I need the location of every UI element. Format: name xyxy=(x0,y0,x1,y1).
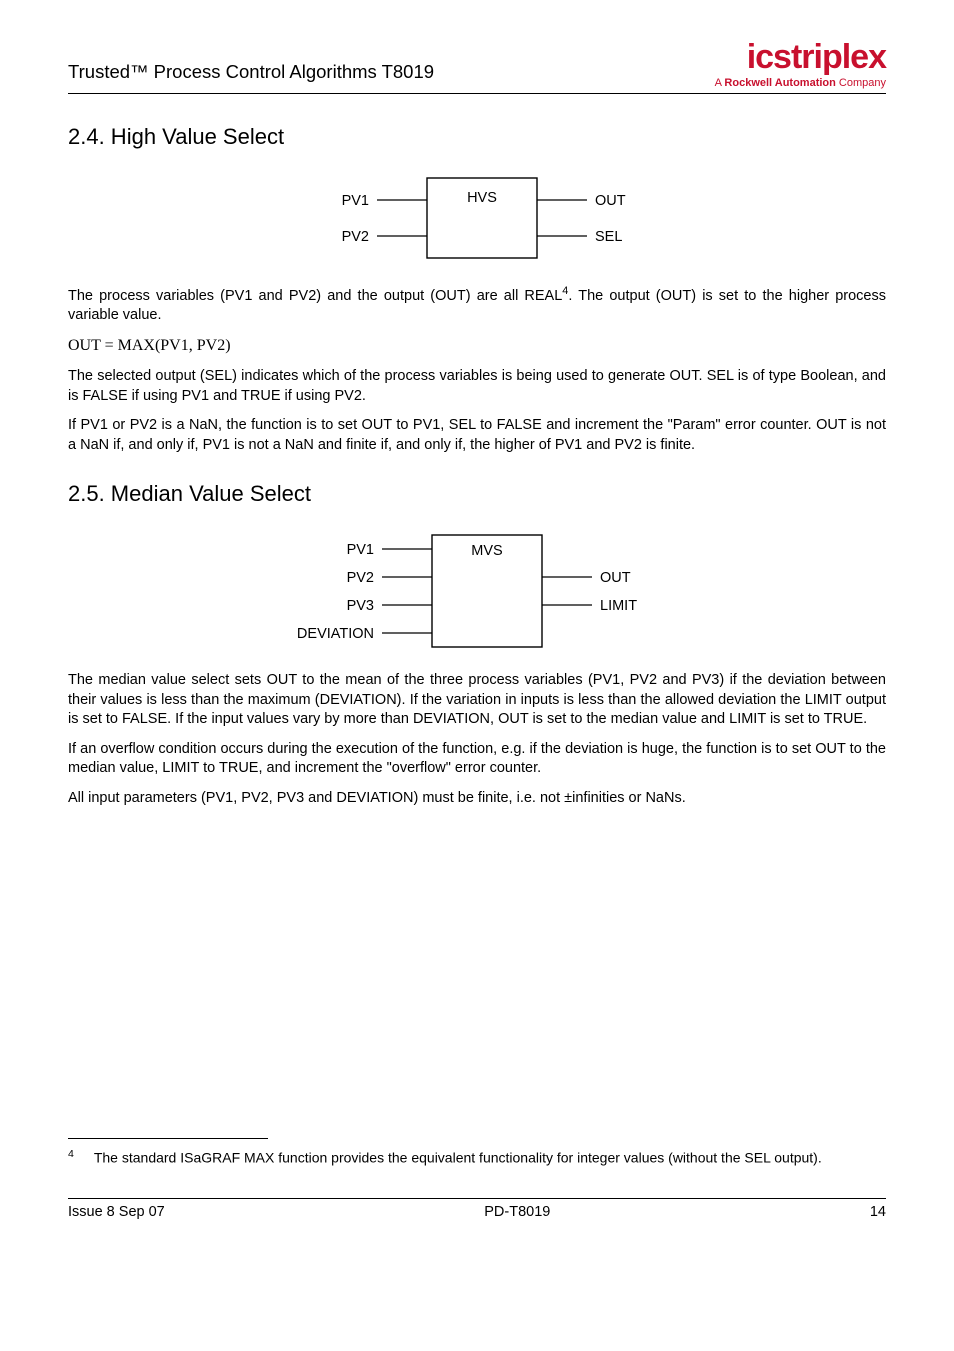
section24-para3: If PV1 or PV2 is a NaN, the function is … xyxy=(68,416,886,455)
heading-2-5: 2.5. Median Value Select xyxy=(68,479,886,509)
page: Trusted™ Process Control Algorithms T801… xyxy=(0,0,954,1351)
header-title: Trusted™ Process Control Algorithms T801… xyxy=(68,60,434,91)
mvs-out1-label: OUT xyxy=(600,570,631,586)
logo-triplex: triplex xyxy=(791,38,886,76)
section24-formula: OUT = MAX(PV1, PV2) xyxy=(68,335,886,357)
footnote-num: 4 xyxy=(68,1148,74,1160)
section25-para1: The median value select sets OUT to the … xyxy=(68,671,886,730)
section24-para2: The selected output (SEL) indicates whic… xyxy=(68,367,886,406)
logo: icstriplex A Rockwell Automation Company xyxy=(715,40,886,91)
header-title-text: Trusted™ Process Control Algorithms T801… xyxy=(68,61,434,82)
hvs-out1-label: OUT xyxy=(595,193,626,209)
s24-p1-a: The process variables (PV1 and PV2) and … xyxy=(68,287,562,303)
logo-sub-bold: Rockwell Automation xyxy=(724,77,835,89)
hvs-out2-label: SEL xyxy=(595,229,622,245)
mvs-out2-label: LIMIT xyxy=(600,598,637,614)
logo-text: icstriplex xyxy=(715,40,886,74)
logo-subtitle: A Rockwell Automation Company xyxy=(715,76,886,91)
section25-para2: If an overflow condition occurs during t… xyxy=(68,740,886,779)
mvs-in4-label: DEVIATION xyxy=(297,626,374,642)
footer-right: 14 xyxy=(870,1203,886,1223)
footer-center: PD-T8019 xyxy=(484,1203,550,1223)
heading-2-4: 2.4. High Value Select xyxy=(68,122,886,152)
logo-sub-suffix: Company xyxy=(836,77,886,89)
footer: Issue 8 Sep 07 PD-T8019 14 xyxy=(68,1203,886,1253)
footer-left: Issue 8 Sep 07 xyxy=(68,1203,165,1223)
mvs-in1-label: PV1 xyxy=(347,542,374,558)
logo-ics: ics xyxy=(747,38,791,76)
section24-para1: The process variables (PV1 and PV2) and … xyxy=(68,284,886,326)
diagram-mvs: MVS PV1 PV2 PV3 DEVIATION OUT LIMIT xyxy=(217,527,737,657)
mvs-in3-label: PV3 xyxy=(347,598,374,614)
footnote-rule xyxy=(68,1138,268,1139)
mvs-box-label: MVS xyxy=(471,543,502,559)
diagram-hvs: HVS PV1 PV2 OUT SEL xyxy=(257,170,697,270)
hvs-box-label: HVS xyxy=(467,190,497,206)
page-header: Trusted™ Process Control Algorithms T801… xyxy=(68,40,886,94)
footnote: 4 The standard ISaGRAF MAX function provi… xyxy=(68,1147,886,1168)
hvs-in2-label: PV2 xyxy=(342,229,369,245)
footer-rule xyxy=(68,1198,886,1199)
hvs-in1-label: PV1 xyxy=(342,193,369,209)
footnote-text: The standard ISaGRAF MAX function provid… xyxy=(94,1150,822,1166)
logo-sub-prefix: A xyxy=(715,77,725,89)
section25-para3: All input parameters (PV1, PV2, PV3 and … xyxy=(68,789,886,809)
mvs-in2-label: PV2 xyxy=(347,570,374,586)
